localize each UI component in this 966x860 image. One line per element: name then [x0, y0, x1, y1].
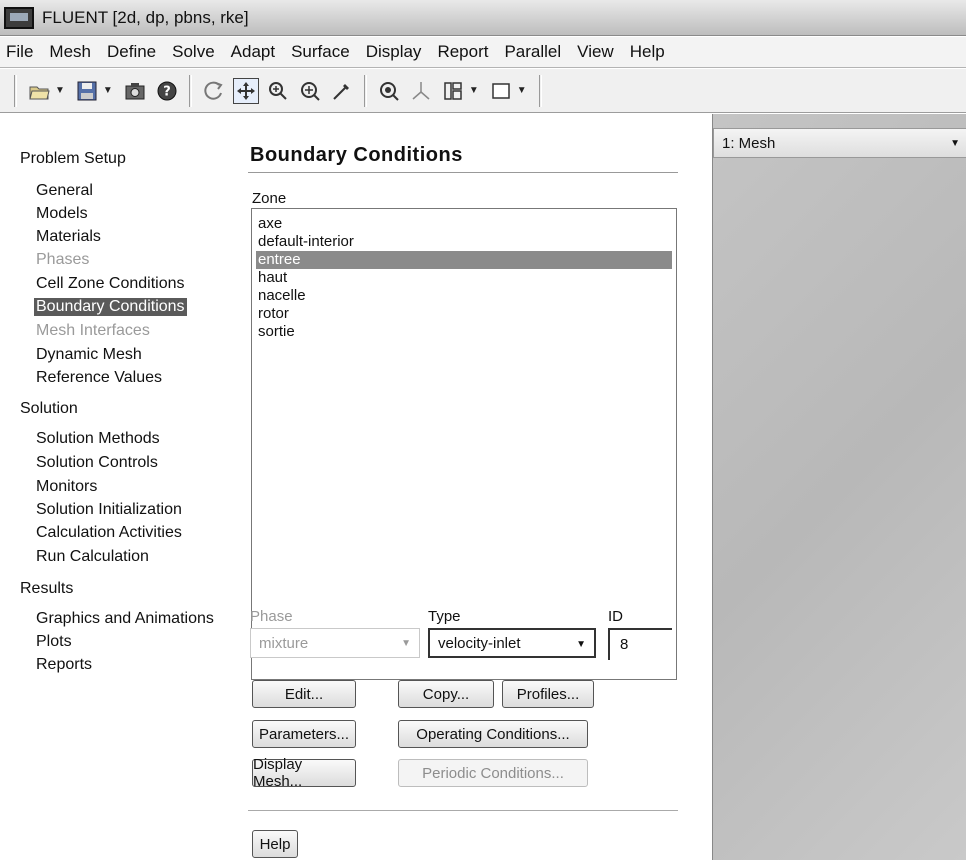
menu-bar: File Mesh Define Solve Adapt Surface Dis…: [0, 37, 966, 68]
zone-label: Zone: [252, 190, 287, 207]
app-icon: [4, 6, 34, 29]
task-page: Boundary Conditions Zone axe default-int…: [238, 114, 690, 860]
nav-item-dynamic-mesh[interactable]: Dynamic Mesh: [36, 346, 142, 364]
menu-help[interactable]: Help: [622, 42, 673, 62]
navigation-pane: Problem Setup General Models Materials P…: [0, 114, 232, 860]
toolbar: ▼ ▼ ? ▼ ▼: [0, 69, 966, 113]
zoom-in-icon[interactable]: [265, 78, 291, 104]
chevron-down-icon: ▼: [950, 138, 960, 149]
help-button[interactable]: Help: [252, 830, 298, 858]
parameters-button[interactable]: Parameters...: [252, 720, 356, 748]
zone-item-entree[interactable]: entree: [256, 251, 672, 269]
button-divider: [248, 810, 678, 811]
open-file-icon[interactable]: [26, 78, 52, 104]
window-icon[interactable]: [488, 78, 514, 104]
nav-group-results[interactable]: Results: [20, 580, 73, 598]
nav-item-mesh-interfaces: Mesh Interfaces: [36, 322, 150, 339]
id-label: ID: [608, 608, 623, 625]
zone-item-axe[interactable]: axe: [256, 215, 672, 233]
toolbar-separator: [538, 74, 542, 107]
periodic-conditions-button: Periodic Conditions...: [398, 759, 588, 787]
layout-dropdown-icon[interactable]: ▼: [469, 85, 479, 96]
id-field: 8: [608, 628, 672, 660]
toolbar-separator: [14, 74, 17, 107]
graphics-window-selector[interactable]: 1: Mesh ▼: [713, 128, 966, 158]
nav-item-run-calculation[interactable]: Run Calculation: [36, 548, 149, 566]
toolbar-separator: [363, 74, 367, 107]
nav-item-calculation-activities[interactable]: Calculation Activities: [36, 524, 182, 542]
page-title: Boundary Conditions: [250, 144, 463, 166]
menu-parallel[interactable]: Parallel: [496, 42, 569, 62]
graphics-window-label: 1: Mesh: [722, 134, 776, 152]
phase-label: Phase: [250, 608, 293, 625]
nav-item-boundary-conditions[interactable]: Boundary Conditions: [34, 298, 187, 316]
type-value: velocity-inlet: [438, 634, 521, 652]
nav-item-reference-values[interactable]: Reference Values: [36, 369, 162, 387]
phase-select: mixture ▼: [250, 628, 420, 658]
axes-icon[interactable]: [408, 78, 434, 104]
probe-icon[interactable]: [329, 78, 355, 104]
nav-item-solution-methods[interactable]: Solution Methods: [36, 430, 160, 448]
save-icon[interactable]: [74, 78, 100, 104]
display-mesh-button[interactable]: Display Mesh...: [252, 756, 356, 790]
menu-view[interactable]: View: [569, 42, 622, 62]
pan-icon[interactable]: [232, 77, 259, 104]
graphics-pane[interactable]: 1: Mesh ▼: [712, 114, 966, 860]
menu-define[interactable]: Define: [99, 42, 164, 62]
nav-item-cell-zone-conditions[interactable]: Cell Zone Conditions: [36, 275, 185, 293]
menu-file[interactable]: File: [0, 42, 41, 62]
window-title: FLUENT [2d, dp, pbns, rke]: [42, 7, 249, 27]
nav-item-models[interactable]: Models: [36, 205, 88, 223]
nav-item-reports[interactable]: Reports: [36, 656, 92, 674]
edit-button[interactable]: Edit...: [252, 680, 356, 708]
menu-surface[interactable]: Surface: [283, 42, 358, 62]
nav-group-solution[interactable]: Solution: [20, 400, 78, 418]
chevron-down-icon: ▼: [576, 639, 586, 650]
type-select[interactable]: velocity-inlet ▼: [428, 628, 596, 658]
nav-item-general[interactable]: General: [36, 182, 93, 200]
menu-adapt[interactable]: Adapt: [223, 42, 283, 62]
type-label: Type: [428, 608, 461, 625]
camera-icon[interactable]: [122, 78, 148, 104]
nav-group-problem-setup[interactable]: Problem Setup: [20, 150, 126, 168]
open-dropdown-icon[interactable]: ▼: [55, 85, 65, 96]
chevron-down-icon: ▼: [401, 638, 411, 649]
menu-mesh[interactable]: Mesh: [41, 42, 99, 62]
zone-item-nacelle[interactable]: nacelle: [256, 287, 672, 305]
zone-item-rotor[interactable]: rotor: [256, 305, 672, 323]
zoom-box-icon[interactable]: [297, 78, 323, 104]
nav-item-graphics-and-animations[interactable]: Graphics and Animations: [36, 610, 214, 628]
rotate-icon[interactable]: [201, 78, 227, 104]
window-dropdown-icon[interactable]: ▼: [517, 85, 527, 96]
title-divider: [248, 172, 678, 173]
title-bar: FLUENT [2d, dp, pbns, rke]: [0, 0, 966, 36]
zone-item-default-interior[interactable]: default-interior: [256, 233, 672, 251]
menu-display[interactable]: Display: [358, 42, 430, 62]
copy-button[interactable]: Copy...: [398, 680, 494, 708]
zone-item-sortie[interactable]: sortie: [256, 323, 672, 341]
nav-item-monitors[interactable]: Monitors: [36, 478, 97, 496]
nav-item-materials[interactable]: Materials: [36, 228, 101, 246]
nav-item-solution-initialization[interactable]: Solution Initialization: [36, 501, 182, 519]
help-icon[interactable]: ?: [154, 78, 180, 104]
nav-item-phases: Phases: [36, 251, 90, 268]
zone-item-haut[interactable]: haut: [256, 269, 672, 287]
layout-icon[interactable]: [440, 78, 466, 104]
menu-solve[interactable]: Solve: [164, 42, 223, 62]
save-dropdown-icon[interactable]: ▼: [103, 85, 113, 96]
fit-icon[interactable]: [376, 78, 402, 104]
operating-conditions-button[interactable]: Operating Conditions...: [398, 720, 588, 748]
svg-text:?: ?: [163, 84, 171, 99]
nav-item-solution-controls[interactable]: Solution Controls: [36, 454, 158, 472]
nav-item-plots[interactable]: Plots: [36, 633, 72, 651]
menu-report[interactable]: Report: [429, 42, 496, 62]
profiles-button[interactable]: Profiles...: [502, 680, 594, 708]
toolbar-separator: [188, 74, 192, 107]
phase-value: mixture: [259, 634, 309, 652]
